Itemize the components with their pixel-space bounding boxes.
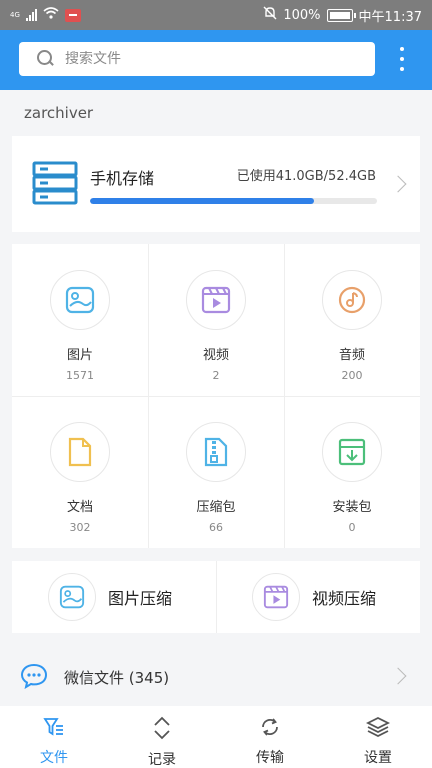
- category-label: 压缩包: [196, 500, 236, 515]
- category-packages[interactable]: 安装包 0: [284, 396, 420, 548]
- status-bar: 4G 100% 中午11:37: [0, 0, 432, 30]
- tab-settings[interactable]: 设置: [324, 706, 432, 768]
- category-grid: 图片 1571 视频 2 音频 200 文档 302 压缩包 66 安装包 0: [12, 244, 420, 548]
- video-icon: [186, 270, 246, 330]
- wechat-files-row[interactable]: 微信文件 (345): [0, 646, 432, 706]
- more-menu-icon[interactable]: [392, 47, 412, 71]
- category-count: 66: [209, 521, 223, 534]
- battery-icon: [326, 8, 356, 22]
- package-icon: [322, 422, 382, 482]
- category-count: 2: [212, 369, 220, 382]
- search-bar[interactable]: [19, 42, 375, 76]
- app-header: [0, 30, 432, 90]
- tab-label: 设置: [364, 750, 392, 766]
- document-icon: [50, 422, 110, 482]
- category-count: 1571: [66, 369, 94, 382]
- mute-icon: [263, 6, 277, 24]
- transfer-icon: [259, 716, 281, 742]
- wechat-files-label: 微信文件 (345): [64, 669, 170, 687]
- audio-icon: [322, 270, 382, 330]
- image-compress-button[interactable]: 图片压缩: [12, 561, 216, 633]
- image-icon: [50, 270, 110, 330]
- search-icon: [37, 50, 55, 68]
- search-input[interactable]: [65, 51, 345, 67]
- network-type: 4G: [10, 11, 20, 19]
- layers-icon: [365, 716, 391, 742]
- folder-label: zarchiver: [24, 104, 94, 122]
- video-icon: [252, 573, 300, 621]
- image-icon: [48, 573, 96, 621]
- tab-label: 文件: [40, 750, 68, 766]
- category-count: 0: [348, 521, 356, 534]
- tab-transfer[interactable]: 传输: [216, 706, 324, 768]
- category-documents[interactable]: 文档 302: [12, 396, 148, 548]
- category-audio[interactable]: 音频 200: [284, 244, 420, 396]
- wifi-icon: [43, 7, 59, 23]
- storage-server-icon: [32, 160, 78, 210]
- storage-title: 手机存储: [90, 169, 155, 188]
- record-icon: [151, 716, 173, 744]
- compress-label: 视频压缩: [312, 589, 377, 608]
- category-label: 文档: [66, 500, 93, 515]
- storage-progress-fill: [90, 198, 314, 204]
- category-label: 视频: [202, 348, 229, 363]
- category-label: 音频: [338, 348, 365, 363]
- category-label: 图片: [66, 348, 93, 363]
- tab-label: 传输: [256, 750, 284, 766]
- filter-icon: [43, 716, 65, 742]
- bottom-tab-bar: 文件 记录 传输 设置: [0, 706, 432, 768]
- archive-icon: [186, 422, 246, 482]
- chat-bubble-icon: [20, 663, 48, 693]
- category-label: 安装包: [332, 500, 372, 515]
- storage-card[interactable]: 手机存储 已使用41.0GB/52.4GB: [12, 136, 420, 232]
- storage-usage-text: 已使用41.0GB/52.4GB: [236, 169, 376, 184]
- compress-label: 图片压缩: [108, 589, 173, 608]
- tab-label: 记录: [148, 752, 176, 768]
- clock: 中午11:37: [358, 9, 422, 25]
- chevron-right-icon: [389, 175, 407, 193]
- signal-icon: [25, 9, 37, 21]
- compress-tools: 图片压缩 视频压缩: [12, 561, 420, 633]
- category-images[interactable]: 图片 1571: [12, 244, 148, 396]
- video-compress-button[interactable]: 视频压缩: [216, 561, 420, 633]
- tab-files[interactable]: 文件: [0, 706, 108, 768]
- category-count: 200: [341, 369, 363, 382]
- storage-progress-bar: [90, 198, 377, 204]
- category-count: 302: [69, 521, 91, 534]
- battery-percent: 100%: [283, 7, 321, 23]
- category-videos[interactable]: 视频 2: [148, 244, 284, 396]
- tab-records[interactable]: 记录: [108, 706, 216, 768]
- category-archives[interactable]: 压缩包 66: [148, 396, 284, 548]
- chevron-right-icon: [389, 667, 407, 685]
- alert-icon: [64, 8, 81, 22]
